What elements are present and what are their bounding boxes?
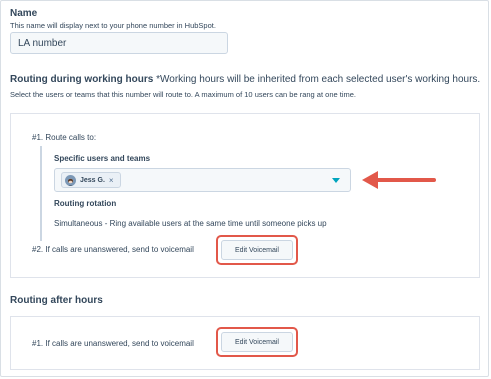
after-hours-step-label: #1. If calls are unanswered, send to voi… [32, 339, 194, 348]
working-hours-heading: Routing during working hours [10, 74, 154, 85]
voicemail-button-highlight: Edit Voicemail [216, 235, 298, 265]
specific-users-label: Specific users and teams [54, 154, 151, 163]
edit-voicemail-button[interactable]: Edit Voicemail [221, 240, 293, 260]
voicemail-step-label: #2. If calls are unanswered, send to voi… [32, 245, 194, 254]
routing-rotation-label: Routing rotation [54, 199, 117, 208]
remove-chip-icon[interactable]: × [109, 176, 114, 185]
user-chip: Jess G. × [61, 172, 121, 188]
users-teams-select[interactable]: Jess G. × [54, 168, 351, 192]
chevron-down-icon[interactable] [332, 178, 340, 183]
name-help-text: This name will display next to your phon… [10, 21, 216, 30]
working-hours-title: Routing during working hours *Working ho… [10, 74, 480, 85]
name-input[interactable] [10, 32, 228, 54]
after-hours-title: Routing after hours [10, 295, 103, 306]
working-hours-help: Select the users or teams that this numb… [10, 90, 356, 99]
voicemail-button-highlight-after: Edit Voicemail [216, 327, 298, 357]
route-step-label: #1. Route calls to: [32, 133, 97, 142]
avatar [65, 174, 76, 186]
user-chip-label: Jess G. [80, 176, 105, 184]
annotation-arrow-icon [362, 171, 436, 189]
name-label: Name [10, 8, 38, 19]
working-hours-note: *Working hours will be inherited from ea… [156, 74, 481, 85]
edit-voicemail-button-after-hours[interactable]: Edit Voicemail [221, 332, 293, 352]
routing-rotation-value: Simultaneous - Ring available users at t… [54, 219, 327, 228]
